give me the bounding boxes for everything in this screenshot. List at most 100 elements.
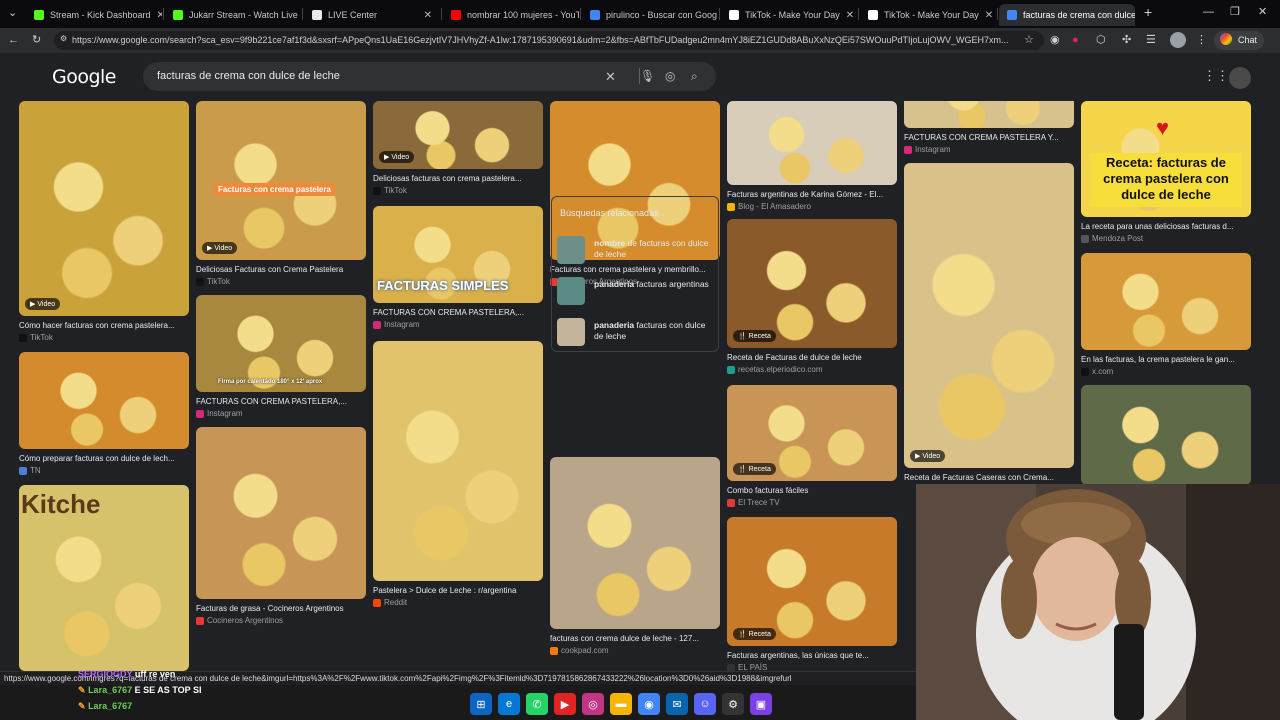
browser-tab[interactable]: nombrar 100 mujeres - YouT ✕ bbox=[443, 4, 579, 26]
media-player-icon[interactable]: ▶ bbox=[554, 693, 576, 715]
extensions-puzzle-icon[interactable]: ✣ bbox=[1122, 34, 1131, 46]
chat-button[interactable]: Chat bbox=[1214, 31, 1264, 50]
settings-icon[interactable]: ⚙ bbox=[722, 693, 744, 715]
image-result-thumbnail[interactable] bbox=[727, 101, 897, 185]
search-box[interactable]: facturas de crema con dulce de leche ✕ 🎙… bbox=[143, 62, 716, 91]
image-result-thumbnail[interactable] bbox=[19, 352, 189, 449]
image-result-title[interactable]: facturas con crema dulce de leche - 127.… bbox=[550, 634, 720, 643]
image-result-title[interactable]: La receta para unas deliciosas facturas … bbox=[1081, 222, 1251, 231]
site-info-icon[interactable]: ⚙ bbox=[60, 34, 67, 43]
extension-icon-2[interactable]: ● bbox=[1072, 34, 1079, 46]
image-result-thumbnail[interactable] bbox=[196, 427, 366, 599]
address-bar[interactable]: ⚙ https://www.google.com/search?sca_esv=… bbox=[54, 31, 1044, 50]
image-result-source[interactable]: TikTok bbox=[19, 333, 53, 342]
browser-tab[interactable]: pirulinco - Buscar con Goog ✕ bbox=[582, 4, 718, 26]
account-avatar[interactable] bbox=[1229, 67, 1251, 89]
image-result-title[interactable]: Deliciosas Facturas con Crema Pastelera bbox=[196, 265, 366, 274]
image-result-title[interactable]: FACTURAS CON CREMA PASTELERA,... bbox=[196, 397, 366, 406]
image-result-source[interactable]: Instagram bbox=[904, 145, 951, 154]
image-result-thumbnail[interactable] bbox=[1081, 385, 1251, 485]
tab-close-icon[interactable]: ✕ bbox=[424, 10, 432, 21]
image-result-source[interactable]: recetas.elperiodico.com bbox=[727, 365, 822, 374]
whatsapp-icon[interactable]: ✆ bbox=[526, 693, 548, 715]
image-result-title[interactable]: Facturas argentinas, las únicas que te..… bbox=[727, 651, 897, 660]
menu-dots-icon[interactable]: ⋮ bbox=[1196, 34, 1207, 46]
discord-icon[interactable]: ☺ bbox=[694, 693, 716, 715]
image-result-title[interactable]: Combo facturas fáciles bbox=[727, 486, 897, 495]
new-tab-plus-icon[interactable]: + bbox=[1144, 5, 1152, 19]
browser-tab[interactable]: TikTok - Make Your Day ✕ bbox=[721, 4, 857, 26]
browser-tab[interactable]: LIVE Center ✕ bbox=[304, 4, 440, 26]
image-result-source[interactable]: Reddit bbox=[373, 598, 407, 607]
browser-tab[interactable]: TikTok - Make Your Day ✕ bbox=[860, 4, 996, 26]
google-logo[interactable]: Google bbox=[52, 66, 117, 88]
tab-close-icon[interactable]: ✕ bbox=[985, 10, 993, 21]
image-result-title[interactable]: Facturas argentinas de Karina Gómez - El… bbox=[727, 190, 897, 199]
image-result-thumbnail[interactable] bbox=[1081, 253, 1251, 350]
image-result-source[interactable]: Blog - El Amasadero bbox=[727, 202, 811, 211]
twitch-icon[interactable]: ▣ bbox=[750, 693, 772, 715]
image-result-thumbnail[interactable] bbox=[373, 341, 543, 581]
image-result-source[interactable]: x.com bbox=[1081, 367, 1113, 376]
tab-close-icon[interactable]: ✕ bbox=[846, 10, 854, 21]
back-arrow-icon[interactable]: ← bbox=[8, 34, 19, 46]
image-result-thumbnail[interactable] bbox=[196, 295, 366, 392]
related-search-item[interactable]: panaderia facturas con dulce de leche bbox=[557, 315, 715, 348]
image-result-source[interactable]: TikTok bbox=[196, 277, 230, 286]
image-result-title[interactable]: Facturas de grasa - Cocineros Argentinos bbox=[196, 604, 366, 613]
tab-close-icon[interactable]: ✕ bbox=[157, 10, 162, 21]
lens-search-icon[interactable]: ◎ bbox=[665, 69, 675, 83]
clear-search-icon[interactable]: ✕ bbox=[605, 69, 616, 85]
image-result-source[interactable]: Instagram bbox=[196, 409, 243, 418]
image-result-title[interactable]: FACTURAS CON CREMA PASTELERA Y... bbox=[904, 133, 1074, 142]
image-result-source[interactable]: Instagram bbox=[373, 320, 420, 329]
image-result-thumbnail[interactable] bbox=[904, 101, 1074, 128]
image-result-thumbnail[interactable] bbox=[904, 163, 1074, 468]
apps-grid-icon[interactable]: ⋮⋮ bbox=[1203, 69, 1229, 82]
voice-search-icon[interactable]: 🎙 bbox=[640, 69, 655, 83]
image-result-thumbnail[interactable] bbox=[196, 101, 366, 260]
file-explorer-icon[interactable]: ▬ bbox=[610, 693, 632, 715]
image-result-source[interactable]: cookpad.com bbox=[550, 646, 609, 655]
image-result-thumbnail[interactable] bbox=[550, 457, 720, 629]
image-result-title[interactable]: En las facturas, la crema pastelera le g… bbox=[1081, 355, 1251, 364]
related-search-item[interactable]: panaderia facturas argentinas bbox=[557, 274, 715, 307]
related-search-item[interactable]: nombre de facturas con dulce de leche bbox=[557, 233, 715, 266]
chrome-icon[interactable]: ◉ bbox=[638, 693, 660, 715]
reload-icon[interactable]: ↻ bbox=[32, 34, 41, 46]
search-input[interactable]: facturas de crema con dulce de leche bbox=[157, 70, 340, 82]
image-result-source[interactable]: EL PAÍS bbox=[727, 663, 767, 671]
close-window-icon[interactable]: ✕ bbox=[1258, 6, 1267, 18]
browser-tab[interactable]: Jukarr Stream - Watch Live ✕ bbox=[165, 4, 301, 26]
image-result-thumbnail[interactable] bbox=[727, 219, 897, 348]
image-result-source[interactable]: TN bbox=[19, 466, 41, 475]
tab-search-chevron-icon[interactable]: ⌄ bbox=[8, 7, 17, 19]
image-result-thumbnail[interactable] bbox=[727, 517, 897, 646]
maximize-icon[interactable]: ❐ bbox=[1230, 6, 1240, 18]
image-result-title[interactable]: Deliciosas facturas con crema pastelera.… bbox=[373, 174, 543, 183]
image-result-source[interactable]: TikTok bbox=[373, 186, 407, 195]
image-result-title[interactable]: Receta de Facturas Caseras con Crema... bbox=[904, 473, 1074, 482]
instagram-icon[interactable]: ◎ bbox=[582, 693, 604, 715]
image-result-title[interactable]: Pastelera > Dulce de Leche : r/argentina bbox=[373, 586, 543, 595]
windows-start-icon[interactable]: ⊞ bbox=[470, 693, 492, 715]
image-result-title[interactable]: Receta de Facturas de dulce de leche bbox=[727, 353, 897, 362]
search-icon[interactable]: ⌕ bbox=[691, 69, 698, 84]
browser-tab[interactable]: facturas de crema con dulce ✕ bbox=[999, 4, 1135, 26]
image-result-source[interactable]: Mendoza Post bbox=[1081, 234, 1143, 243]
image-result-title[interactable]: FACTURAS CON CREMA PASTELERA,... bbox=[373, 308, 543, 317]
image-result-source[interactable]: El Trece TV bbox=[727, 498, 780, 507]
image-result-title[interactable]: Cómo hacer facturas con crema pastelera.… bbox=[19, 321, 189, 330]
edge-icon[interactable]: e bbox=[498, 693, 520, 715]
extension-icon-1[interactable]: ◉ bbox=[1050, 34, 1060, 46]
image-result-thumbnail[interactable] bbox=[19, 101, 189, 316]
mail-icon[interactable]: ✉ bbox=[666, 693, 688, 715]
image-result-title[interactable]: Cómo preparar facturas con dulce de lech… bbox=[19, 454, 189, 463]
browser-tab[interactable]: Stream - Kick Dashboard ✕ bbox=[26, 4, 162, 26]
profile-avatar[interactable] bbox=[1170, 32, 1186, 48]
image-result-source[interactable]: Cocineros Argentinos bbox=[196, 616, 283, 625]
extension-icon-3[interactable]: ⬡ bbox=[1096, 34, 1106, 46]
bookmark-star-icon[interactable]: ☆ bbox=[1024, 34, 1034, 46]
minimize-icon[interactable]: — bbox=[1203, 6, 1214, 18]
reading-list-icon[interactable]: ☰ bbox=[1146, 34, 1156, 46]
